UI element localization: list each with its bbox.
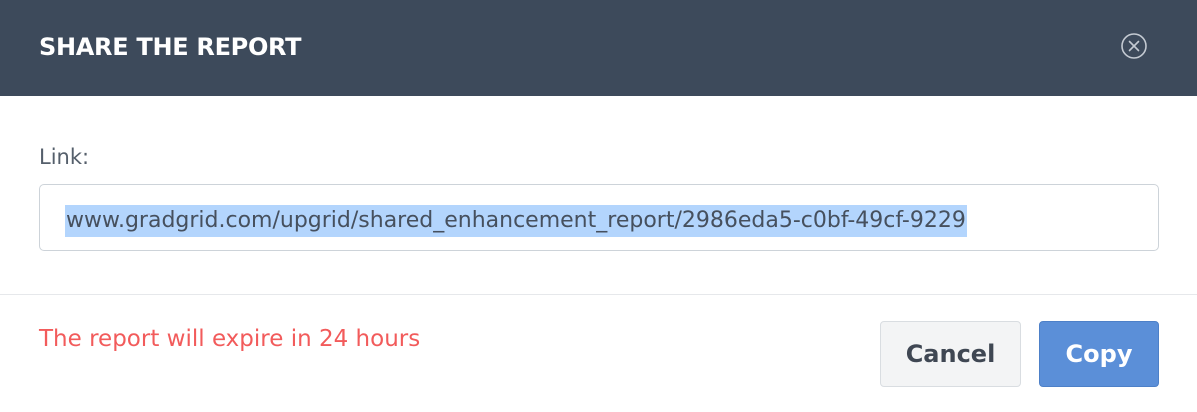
link-label: Link: bbox=[39, 145, 90, 169]
copy-button[interactable]: Copy bbox=[1039, 321, 1159, 387]
share-report-dialog: SHARE THE REPORT Link: www.gradgrid.com/… bbox=[0, 0, 1197, 412]
link-value[interactable]: www.gradgrid.com/upgrid/shared_enhanceme… bbox=[65, 205, 967, 237]
dialog-header: SHARE THE REPORT bbox=[0, 0, 1197, 96]
close-button[interactable] bbox=[1119, 31, 1149, 61]
cancel-button[interactable]: Cancel bbox=[880, 321, 1021, 387]
close-circle-icon bbox=[1121, 33, 1147, 59]
dialog-footer: The report will expire in 24 hours Cance… bbox=[0, 295, 1197, 412]
expiration-notice: The report will expire in 24 hours bbox=[39, 326, 421, 352]
dialog-body: Link: www.gradgrid.com/upgrid/shared_enh… bbox=[0, 96, 1197, 295]
link-input[interactable]: www.gradgrid.com/upgrid/shared_enhanceme… bbox=[39, 184, 1159, 251]
dialog-title: SHARE THE REPORT bbox=[39, 33, 302, 61]
